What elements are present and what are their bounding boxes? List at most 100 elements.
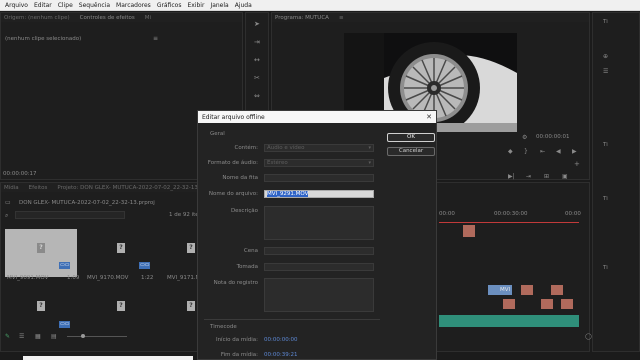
right-label-4: Ti <box>603 19 608 25</box>
panel-menu-icon[interactable]: ≡ <box>153 35 158 42</box>
mark-out-icon[interactable]: } <box>524 148 528 155</box>
scroll-handle-icon[interactable]: ◯ <box>585 333 592 340</box>
track-select-icon[interactable]: ⇥ <box>254 39 260 46</box>
menu-item-4[interactable]: Marcadores <box>113 2 154 9</box>
cancel-button[interactable]: Cancelar <box>387 147 435 156</box>
timeline-clip[interactable] <box>463 225 475 237</box>
razor-tool-icon[interactable]: ✂ <box>254 75 260 82</box>
file-question-icon[interactable]: ? <box>37 301 45 311</box>
tab-media[interactable]: Mídia <box>4 185 29 191</box>
file-name-selection: MVI_9291.MOV <box>267 191 309 197</box>
project-search-input[interactable] <box>15 211 125 219</box>
list-view-icon[interactable]: ☰ <box>603 68 608 75</box>
pen-icon[interactable]: ✎ <box>5 333 10 340</box>
step-forward-icon[interactable]: ▶| <box>508 173 515 180</box>
file-question-icon: ? <box>187 243 195 253</box>
tab-effects[interactable]: Efeitos <box>29 185 58 191</box>
tab-effect-controls[interactable]: Controles de efeitos <box>80 15 145 21</box>
scene-label: Cena <box>243 248 258 254</box>
file-question-icon[interactable]: ? <box>187 301 195 311</box>
right-label-1: Ti <box>603 142 608 148</box>
tab-project[interactable]: Projeto: DON GLEX- MUTUCA-2022-07-02_22-… <box>57 185 208 191</box>
file-name-label: Nome do arquivo: <box>208 191 258 197</box>
project-panel: Mídia Efeitos Projeto: DON GLEX- MUTUCA-… <box>0 182 208 360</box>
menu-item-3[interactable]: Sequência <box>76 2 113 9</box>
project-item-thumbnail[interactable]: ? <box>5 229 77 277</box>
project-item-thumbnail[interactable]: ? <box>165 229 197 277</box>
zoom-slider[interactable] <box>67 336 127 337</box>
media-end-value[interactable]: 00:00:39:21 <box>264 352 298 358</box>
export-frame-icon[interactable]: ▣ <box>562 173 568 180</box>
menu-item-2[interactable]: Clipe <box>55 2 76 9</box>
project-file-name: DON GLEX- MUTUCA-2022-07-02_22-32-13.prp… <box>19 200 155 206</box>
zoom-slider-handle[interactable] <box>81 334 85 338</box>
file-question-icon: ? <box>117 243 125 253</box>
right-label-2: Ti <box>603 196 608 202</box>
freeform-view-icon[interactable]: ▤ <box>51 333 57 340</box>
dialog-title: Editar arquivo offline <box>202 113 265 121</box>
file-question-icon[interactable]: ? <box>117 301 125 311</box>
right-panel: ⊕ ☰ Ti Ti Ti Ti <box>592 12 640 352</box>
take-input[interactable] <box>264 263 374 271</box>
project-item-duration: 1:09 <box>67 275 80 281</box>
tab-source[interactable]: Origem: (nenhum clipe) <box>4 15 80 21</box>
audio-track[interactable] <box>439 315 579 327</box>
menu-item-0[interactable]: Arquivo <box>2 2 31 9</box>
slip-tool-icon[interactable]: ⇔ <box>254 93 260 100</box>
selection-tool-icon[interactable]: ➤ <box>254 21 260 28</box>
menu-item-1[interactable]: Editar <box>31 2 55 9</box>
go-to-in-icon[interactable]: ⇤ <box>540 148 545 155</box>
section-general: Geral <box>210 131 225 137</box>
program-timecode: 00:00:00:01 <box>536 134 570 140</box>
source-tabbar: Origem: (nenhum clipe) Controles de efei… <box>1 13 242 22</box>
zoom-icon[interactable]: ⊕ <box>603 53 608 60</box>
media-end-label: Fim da mídia: <box>220 352 258 358</box>
file-name-input[interactable]: MVI_9291.MOV <box>264 190 374 198</box>
menu-item-6[interactable]: Exibir <box>184 2 207 9</box>
media-start-value[interactable]: 00:00:00:00 <box>264 337 298 343</box>
timeline-clip[interactable] <box>541 299 553 309</box>
list-view-icon[interactable]: ☰ <box>19 333 24 340</box>
project-item-thumbnail[interactable]: ? <box>85 229 157 277</box>
tab-program[interactable]: Programa: MUTUCA <box>275 15 339 21</box>
search-icon[interactable]: ⌕ <box>5 212 8 219</box>
icon-view-icon[interactable]: ▦ <box>35 333 41 340</box>
program-menu-icon[interactable]: ≡ <box>339 15 354 21</box>
formato-label: Formato de áudio: <box>207 160 258 166</box>
timeline-clip[interactable] <box>561 299 573 309</box>
menu-item-5[interactable]: Gráficos <box>154 2 185 9</box>
go-to-out-icon[interactable]: ⇥ <box>526 173 531 180</box>
timecode-divider <box>204 319 380 320</box>
wrench-icon[interactable]: ⚙ <box>522 134 527 141</box>
edit-offline-file-dialog: Editar arquivo offline ✕ Geral Contém: Á… <box>197 110 437 360</box>
ripple-tool-icon[interactable]: ↔ <box>254 57 260 64</box>
contem-select[interactable]: Áudio e vídeo <box>264 144 374 152</box>
take-label: Tomada <box>236 264 258 270</box>
menu-item-7[interactable]: Janela <box>207 2 231 9</box>
tape-name-input[interactable] <box>264 174 374 182</box>
ok-button[interactable]: OK <box>387 133 435 142</box>
description-textarea[interactable] <box>264 206 374 240</box>
folder-icon: ▭ <box>5 199 11 206</box>
mark-in-icon[interactable]: ◆ <box>508 148 513 155</box>
step-back-icon[interactable]: ◀ <box>556 148 561 155</box>
close-icon[interactable]: ✕ <box>426 113 432 121</box>
audio-format-select[interactable]: Estéreo <box>264 159 374 167</box>
scene-input[interactable] <box>264 247 374 255</box>
add-button-icon[interactable]: + <box>574 161 580 168</box>
tab-misc[interactable]: Mi <box>145 15 161 21</box>
timeline-clip[interactable] <box>521 285 533 295</box>
log-note-textarea[interactable] <box>264 278 374 312</box>
timeline-clip[interactable] <box>551 285 563 295</box>
right-label-3: Ti <box>603 265 608 271</box>
insert-icon[interactable]: ⊞ <box>544 173 549 180</box>
log-note-label: Nota do registro <box>213 280 258 286</box>
play-icon[interactable]: ▶ <box>572 148 577 155</box>
work-area-bar <box>439 222 579 223</box>
no-clip-label: (nenhum clipe selecionado) <box>5 36 82 42</box>
timeline-clip[interactable] <box>503 299 515 309</box>
tape-name-label: Nome da fita <box>222 175 258 181</box>
menu-item-8[interactable]: Ajuda <box>232 2 255 9</box>
project-item-name: MVI_9170.MOV <box>87 275 129 281</box>
menu-bar: Arquivo Editar Clipe Sequência Marcadores Grá… <box>0 0 640 11</box>
